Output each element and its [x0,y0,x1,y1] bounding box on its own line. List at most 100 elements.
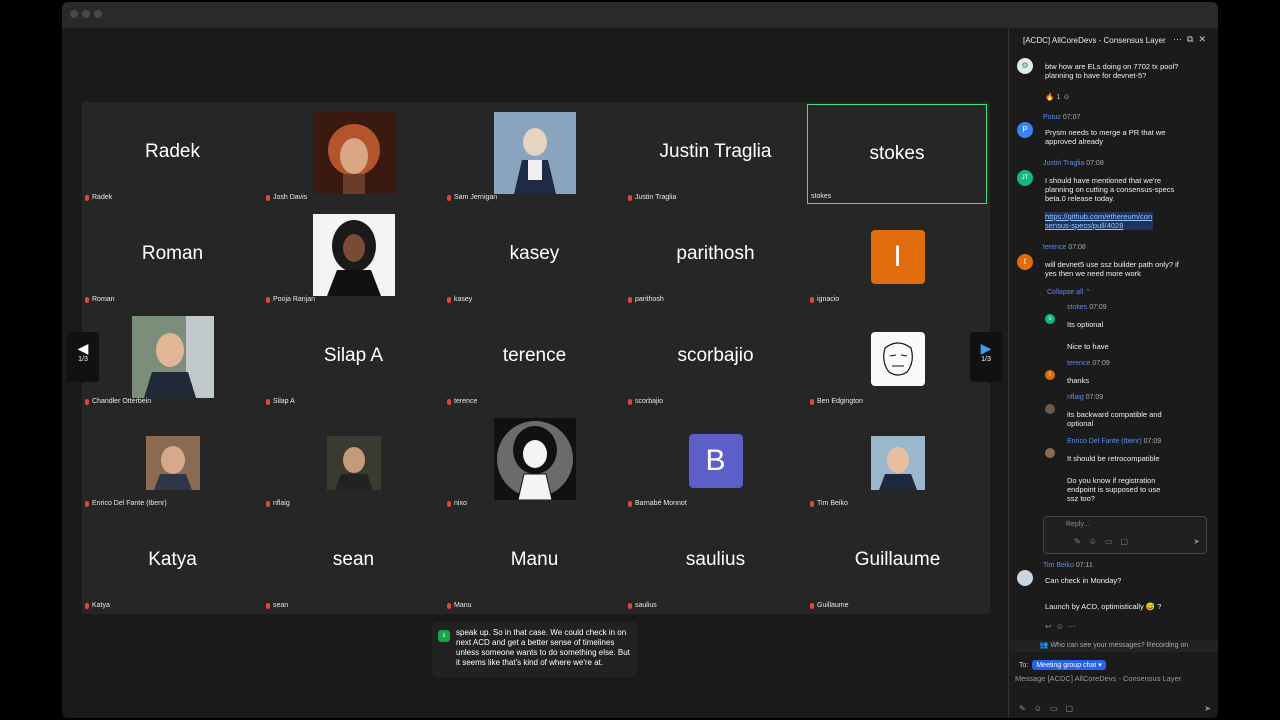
notice-text: Who can see your messages? Recording on [1050,642,1189,649]
add-reaction-icon[interactable]: ☺ [1056,622,1068,631]
gallery-view: Radek Radek Josh Davis Sam Jernigan Just… [82,102,990,614]
message-time: 07:09 [1089,304,1107,311]
muted-mic-icon [266,296,270,303]
participant-tile[interactable]: I ignacio [807,204,988,306]
participant-label-text: Justin Traglia [635,194,677,201]
participant-tile[interactable]: sean sean [263,510,444,612]
participant-tile[interactable]: nflaig [263,408,444,510]
participant-tile[interactable]: B Barnabé Monnot [625,408,806,510]
muted-mic-icon [810,500,814,507]
participant-tile[interactable]: Josh Davis [263,102,444,204]
bot-avatar: ⚙ [1017,58,1033,74]
participant-tile[interactable]: Manu Manu [444,510,625,612]
participant-label: Roman [85,296,115,303]
collapse-all-button[interactable]: Collapse all ⌃ [1047,288,1091,296]
close-window-button[interactable] [70,10,78,18]
speaker-avatar: s [438,630,450,642]
message-sender: terence 07:08 [1043,244,1086,251]
minimize-window-button[interactable] [82,10,90,18]
emoji-icon[interactable]: ☺ [1089,537,1105,546]
more-icon[interactable]: ⋯ [1068,622,1080,631]
message-time: 07:08 [1068,244,1086,251]
participant-photo [493,418,576,500]
participant-name-display: kasey [509,243,560,264]
maximize-window-button[interactable] [94,10,102,18]
participant-tile[interactable]: Tim Beiko [807,408,988,510]
participant-tile[interactable]: Ben Edgington [807,306,988,408]
participant-tile[interactable]: Guillaume Guillaume [807,510,988,612]
participant-label-text: stokes [811,193,832,200]
participant-tile[interactable]: Justin Traglia Justin Traglia [625,102,806,204]
emoji-icon[interactable]: ☺ [1034,704,1050,713]
participant-tile[interactable]: Enrico Del Fante (tbenr) [82,408,263,510]
file-icon[interactable]: ▭ [1050,704,1066,713]
message-time: 07:09 [1092,360,1110,367]
reply-input[interactable]: Reply... ✎☺▭▢ ➤ [1043,516,1207,554]
active-speaker-tile[interactable]: stokes stokes [807,104,987,204]
muted-mic-icon [447,296,451,303]
screenshot-icon[interactable]: ▢ [1120,537,1136,546]
participant-tile[interactable]: Sam Jernigan [444,102,625,204]
participant-tile[interactable]: saulius saulius [625,510,806,612]
reply-icon[interactable]: ↩ [1045,622,1056,631]
avatar: t [1045,370,1055,380]
send-icon[interactable]: ➤ [1204,704,1211,713]
pop-out-icon[interactable]: ⧉ [1187,34,1198,44]
muted-mic-icon [85,602,89,609]
participant-label: ignacio [810,296,839,303]
title-bar [62,2,1218,28]
participant-tile[interactable]: Radek Radek [82,102,263,204]
participant-label-text: scorbajio [635,398,664,405]
participant-tile[interactable]: Pooja Ranjan [263,204,444,306]
more-options-icon[interactable]: ⋯ [1173,34,1187,44]
participant-label-text: Chandler Otterbein [92,398,152,405]
muted-mic-icon [266,602,270,609]
participant-label: Enrico Del Fante (tbenr) [85,500,167,507]
reaction-badge[interactable]: 🔥 1 ☺ [1045,92,1070,101]
collapse-all-label: Collapse all [1047,289,1084,296]
recipient-dropdown[interactable]: Meeting group chat ▾ [1032,660,1106,670]
close-icon[interactable]: ✕ [1198,34,1211,44]
format-icon[interactable]: ✎ [1019,704,1034,713]
message-sender: nflaig 07:09 [1067,394,1103,401]
next-page-button[interactable]: ▶ 1/3 [970,332,1002,382]
participant-label-text: Radek [92,194,113,201]
participant-tile[interactable]: Silap A Silap A [263,306,444,408]
participant-label-text: saulius [635,602,657,609]
chat-message: Nice to have [1067,342,1109,351]
send-icon[interactable]: ➤ [1193,537,1200,546]
muted-mic-icon [266,194,270,201]
message-actions: ↩☺⋯ [1045,622,1080,631]
muted-mic-icon [810,398,814,405]
participant-tile[interactable]: Chandler Otterbein [82,306,263,408]
chat-panel: [ACDC] AllCoreDevs - Consensus Layer ⋯⧉✕… [1008,28,1218,718]
reply-tools: ✎☺▭▢ [1074,537,1136,546]
participant-tile[interactable]: scorbajio scorbajio [625,306,806,408]
participant-name-display: saulius [685,549,746,570]
participant-label-text: Enrico Del Fante (tbenr) [92,500,167,507]
participant-label-text: nflaig [273,500,290,507]
participant-tile[interactable]: kasey kasey [444,204,625,306]
message-time: 07:07 [1062,114,1081,121]
participant-name-display: Justin Traglia [659,141,772,162]
recipient-value: Meeting group chat [1036,662,1097,669]
muted-mic-icon [447,500,451,507]
screenshot-icon[interactable]: ▢ [1065,704,1081,713]
participant-label: Katya [85,602,110,609]
previous-page-button[interactable]: ◀ 1/3 [67,332,99,382]
participant-name-display: Silap A [323,345,384,366]
format-icon[interactable]: ✎ [1074,537,1089,546]
participant-tile[interactable]: parithosh parithosh [625,204,806,306]
add-reaction-icon[interactable]: ☺ [1063,92,1071,101]
chat-link[interactable]: https://github.com/ethereum/consensus-sp… [1045,212,1153,230]
avatar [1017,570,1033,586]
file-icon[interactable]: ▭ [1105,537,1121,546]
participant-tile[interactable]: nixo [444,408,625,510]
participant-tile[interactable]: Katya Katya [82,510,263,612]
message-input[interactable]: Message [ACDC] AllCoreDevs - Consensus L… [1015,674,1181,683]
participant-tile[interactable]: terence terence [444,306,625,408]
participant-label-text: Roman [92,296,115,303]
participant-label: Manu [447,602,472,609]
chat-visibility-notice[interactable]: 👥 Who can see your messages? Recording o… [1009,640,1218,652]
participant-tile[interactable]: Roman Roman [82,204,263,306]
